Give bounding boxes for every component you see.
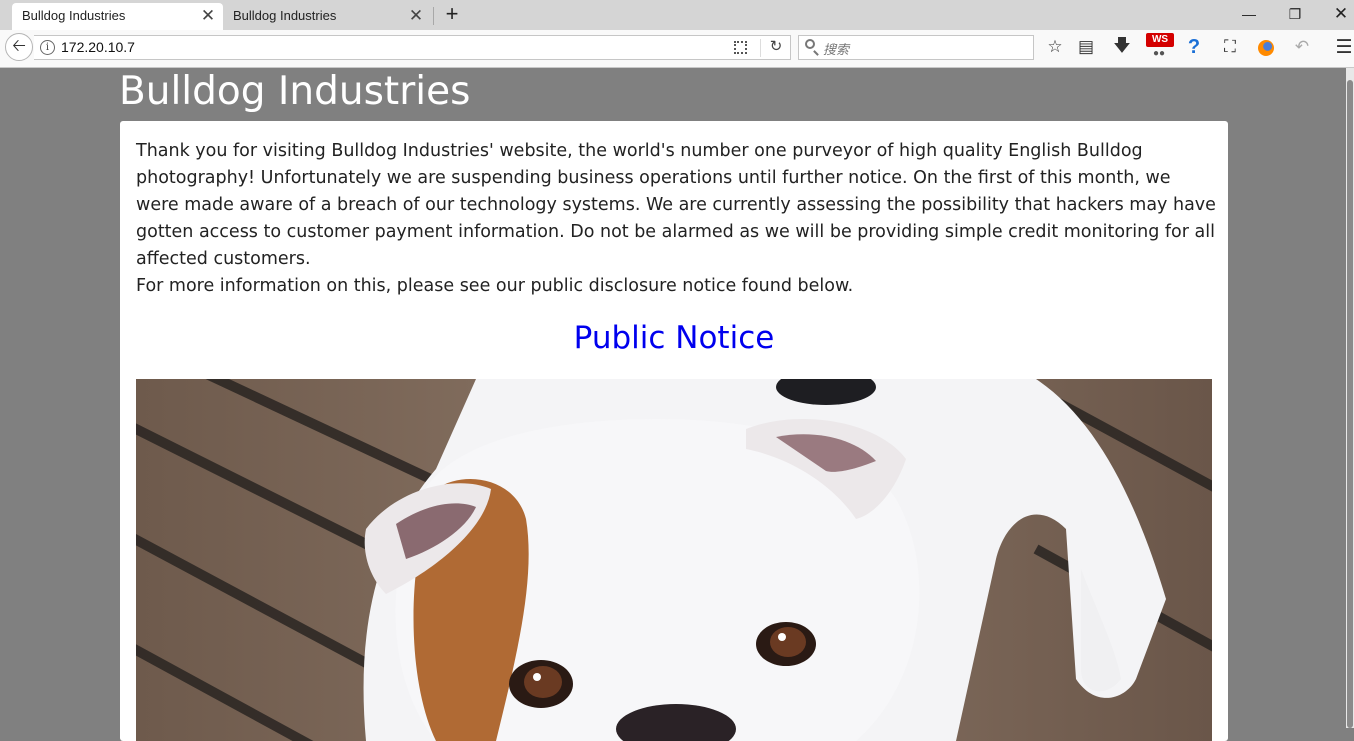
- tab-title: Bulldog Industries: [233, 8, 337, 23]
- search-input[interactable]: 搜索: [798, 35, 1034, 60]
- tab-divider: [433, 7, 434, 25]
- restore-icon[interactable]: ❐: [1272, 0, 1318, 28]
- search-placeholder: 搜索: [823, 42, 850, 57]
- minimize-icon[interactable]: —: [1226, 0, 1272, 28]
- firefox-icon[interactable]: [1258, 40, 1274, 56]
- ws-extension-icon[interactable]: ●●: [1153, 48, 1165, 59]
- intro-paragraph: Thank you for visiting Bulldog Industrie…: [136, 141, 1216, 269]
- bulldog-photo: [136, 379, 1212, 741]
- tab-title: Bulldog Industries: [22, 8, 126, 23]
- plus-icon[interactable]: +: [441, 3, 463, 27]
- reload-icon[interactable]: ↻: [766, 37, 786, 57]
- page-scrollbar[interactable]: [1346, 68, 1354, 728]
- star-icon[interactable]: ☆: [1043, 35, 1067, 59]
- close-window-icon[interactable]: ✕: [1318, 0, 1354, 28]
- crop-icon[interactable]: ⛶: [1218, 35, 1242, 59]
- back-arrow-icon[interactable]: 🡠: [5, 33, 33, 61]
- hamburger-menu-icon[interactable]: ☰: [1332, 35, 1354, 59]
- close-icon[interactable]: ✕: [406, 4, 426, 28]
- info-icon[interactable]: i: [40, 40, 55, 55]
- url-text[interactable]: 172.20.10.7: [61, 39, 135, 55]
- tab-active[interactable]: Bulldog Industries ✕: [12, 3, 223, 30]
- page-title: Bulldog Industries: [119, 69, 471, 114]
- help-icon[interactable]: ?: [1182, 35, 1206, 59]
- tab-strip: Bulldog Industries ✕ Bulldog Industries …: [0, 0, 1354, 30]
- navigation-toolbar: i 172.20.10.7 ↻ 🡠 搜索 ☆ ▤ 🡇 WS ●● ? ⛶ ↶ ☰: [0, 30, 1354, 68]
- qr-code-icon[interactable]: [734, 41, 747, 54]
- content-card: Thank you for visiting Bulldog Industrie…: [120, 121, 1228, 741]
- undo-icon[interactable]: ↶: [1290, 35, 1314, 59]
- download-icon[interactable]: 🡇: [1110, 35, 1134, 59]
- public-notice-link[interactable]: Public Notice: [120, 320, 1228, 356]
- divider: [760, 39, 761, 57]
- info-paragraph: For more information on this, please see…: [136, 276, 854, 296]
- ws-extension-badge[interactable]: WS: [1146, 33, 1174, 47]
- address-bar[interactable]: i 172.20.10.7 ↻: [34, 35, 791, 60]
- scrollbar-thumb[interactable]: [1347, 80, 1353, 728]
- reading-list-icon[interactable]: ▤: [1074, 35, 1098, 59]
- tab-inactive[interactable]: Bulldog Industries ✕: [224, 3, 434, 30]
- close-icon[interactable]: ✕: [198, 4, 218, 28]
- search-icon: [805, 39, 815, 49]
